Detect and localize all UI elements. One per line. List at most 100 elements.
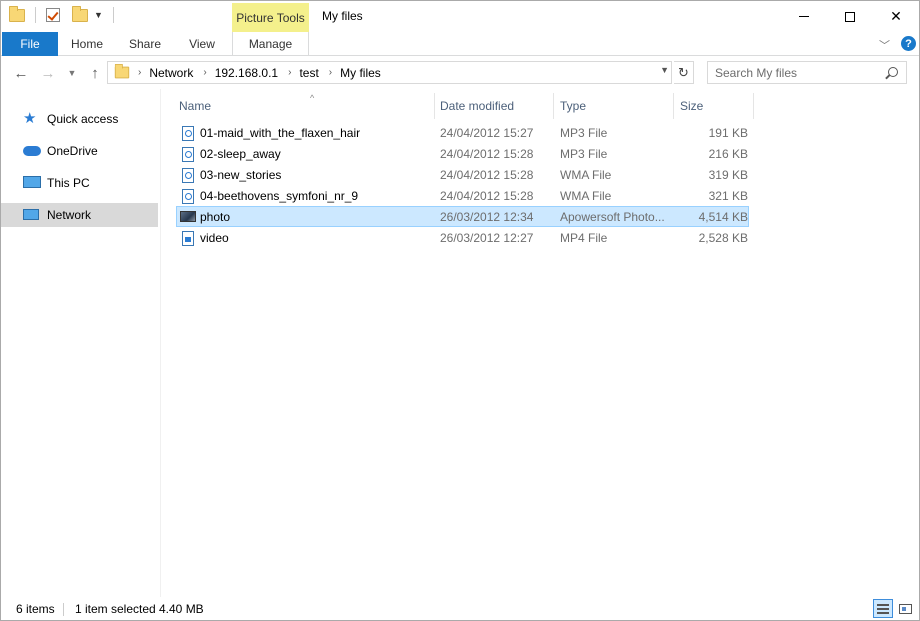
file-name: 02-sleep_away [200, 147, 281, 161]
chevron-right-icon[interactable]: › [138, 67, 141, 78]
details-view-button[interactable] [873, 599, 893, 618]
file-type: MP4 File [560, 231, 608, 245]
cloud-icon [23, 143, 41, 159]
breadcrumb-network[interactable]: Network [149, 66, 193, 80]
column-header-name[interactable]: ^ Name [173, 93, 435, 119]
file-row[interactable]: 03-new_stories 24/04/2012 15:28 WMA File… [176, 164, 749, 185]
column-header-date-modified[interactable]: Date modified [434, 93, 554, 119]
file-type: WMA File [560, 189, 612, 203]
video-file-icon [182, 231, 194, 246]
file-date: 26/03/2012 12:27 [440, 231, 534, 245]
navigation-pane: ★ Quick access OneDrive This PC Network [1, 89, 161, 597]
breadcrumb-test[interactable]: test [299, 66, 318, 80]
details-view-icon [877, 603, 889, 614]
large-icons-view-button[interactable] [895, 599, 915, 618]
toolbar-divider [112, 7, 114, 23]
file-type: WMA File [560, 168, 612, 182]
column-header-label: Date modified [440, 99, 515, 113]
address-bar[interactable]: › Network › 192.168.0.1 › test › My file… [107, 61, 672, 84]
file-row[interactable]: video 26/03/2012 12:27 MP4 File 2,528 KB [176, 227, 749, 248]
file-name: 03-new_stories [200, 168, 282, 182]
audio-file-icon [182, 126, 194, 141]
tab-file[interactable]: File [2, 32, 58, 56]
search-box[interactable] [707, 61, 907, 84]
tab-share[interactable]: Share [116, 32, 174, 56]
file-date: 24/04/2012 15:28 [440, 189, 534, 203]
close-button[interactable]: ✕ [873, 1, 919, 32]
column-header-label: Type [560, 99, 587, 113]
file-row[interactable]: 04-beethovens_symfoni_nr_9 24/04/2012 15… [176, 185, 749, 206]
sidebar-item-label: Quick access [47, 112, 119, 126]
tab-manage[interactable]: Manage [232, 32, 309, 56]
image-file-icon [180, 211, 196, 222]
breadcrumb-host[interactable]: 192.168.0.1 [215, 66, 278, 80]
file-size: 319 KB [708, 168, 748, 182]
column-header-type[interactable]: Type [554, 93, 674, 119]
chevron-right-icon[interactable]: › [288, 67, 291, 78]
audio-file-icon [182, 168, 194, 183]
arrow-right-icon: → [40, 64, 56, 82]
chevron-down-icon: ▼ [67, 68, 77, 78]
file-name: video [200, 231, 229, 245]
sidebar-item-this-pc[interactable]: This PC [1, 171, 158, 195]
file-date: 24/04/2012 15:28 [440, 147, 534, 161]
file-size: 2,528 KB [698, 231, 748, 245]
close-icon: ✕ [890, 8, 902, 24]
file-type: MP3 File [560, 147, 608, 161]
sidebar-item-quick-access[interactable]: ★ Quick access [1, 107, 158, 131]
audio-file-icon [182, 147, 194, 162]
file-row[interactable]: 01-maid_with_the_flaxen_hair 24/04/2012 … [176, 122, 749, 143]
forward-button[interactable]: → [38, 63, 58, 83]
new-folder-icon[interactable] [72, 5, 88, 22]
file-row-selected[interactable]: photo 26/03/2012 12:34 Apowersoft Photo.… [176, 206, 749, 227]
minimize-button[interactable] [781, 1, 827, 32]
file-size: 4,514 KB [698, 210, 748, 224]
file-list: ^ Name Date modified Type Size 01-maid_w… [162, 89, 919, 597]
sort-ascending-icon: ^ [310, 93, 315, 103]
audio-file-icon [182, 189, 194, 204]
help-icon[interactable]: ? [901, 36, 916, 51]
column-header-label: Size [680, 99, 704, 113]
maximize-button[interactable] [827, 1, 873, 32]
quick-access-toolbar: ▼ [9, 5, 118, 23]
sidebar-item-network[interactable]: Network [1, 203, 158, 227]
back-button[interactable]: ← [11, 63, 31, 83]
expand-ribbon-icon[interactable]: ﹀ [879, 37, 890, 53]
tab-home[interactable]: Home [58, 32, 116, 56]
refresh-icon: ↻ [678, 64, 689, 80]
arrow-up-icon: ↑ [91, 64, 99, 82]
search-icon[interactable] [888, 67, 898, 77]
file-date: 24/04/2012 15:28 [440, 168, 534, 182]
file-type: MP3 File [560, 126, 608, 140]
ribbon-tabs: File Home Share View Manage ﹀ ? [1, 32, 919, 56]
tab-view[interactable]: View [174, 32, 230, 56]
up-button[interactable]: ↑ [85, 63, 105, 83]
sidebar-item-onedrive[interactable]: OneDrive [1, 139, 158, 163]
explorer-window: ▼ Picture Tools My files ✕ File Home Sha… [0, 0, 920, 621]
file-row[interactable]: 02-sleep_away 24/04/2012 15:28 MP3 File … [176, 143, 749, 164]
navigation-bar: ← → ▼ ↑ › Network › 192.168.0.1 › test ›… [1, 57, 919, 89]
file-date: 26/03/2012 12:34 [440, 210, 534, 224]
file-name: photo [200, 210, 231, 224]
search-input[interactable] [708, 62, 878, 83]
column-header-size[interactable]: Size [674, 93, 754, 119]
recent-locations-button[interactable]: ▼ [62, 63, 82, 83]
sidebar-item-label: This PC [47, 176, 90, 190]
toolbar-divider [35, 7, 36, 23]
status-divider [63, 603, 64, 616]
network-icon [23, 207, 41, 223]
chevron-right-icon[interactable]: › [203, 67, 206, 78]
refresh-button[interactable]: ↻ [674, 61, 694, 84]
file-size: 191 KB [708, 126, 748, 140]
status-bar: 6 items 1 item selected 4.40 MB [1, 597, 919, 620]
file-name: 04-beethovens_symfoni_nr_9 [200, 189, 359, 203]
address-dropdown-icon[interactable]: ▼ [660, 65, 669, 75]
breadcrumb-my-files[interactable]: My files [340, 66, 381, 80]
properties-icon[interactable] [46, 8, 60, 22]
file-name: 01-maid_with_the_flaxen_hair [200, 126, 361, 140]
large-icons-view-icon [898, 603, 912, 614]
sidebar-item-label: OneDrive [47, 144, 98, 158]
customize-toolbar-icon[interactable]: ▼ [94, 10, 103, 20]
item-count: 6 items [16, 602, 55, 616]
chevron-right-icon[interactable]: › [329, 67, 332, 78]
